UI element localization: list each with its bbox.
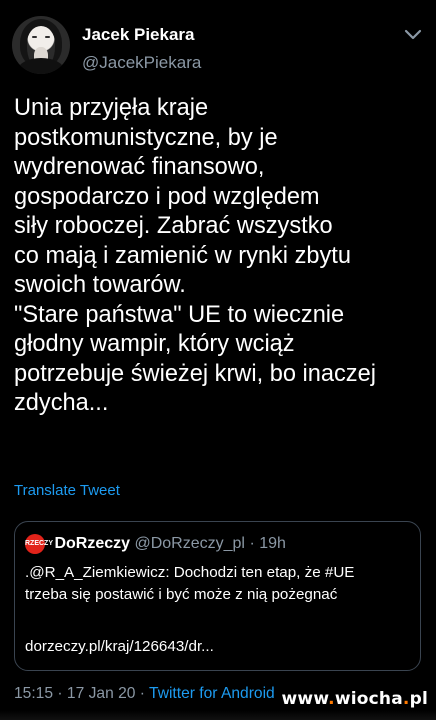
watermark-dot: . (328, 689, 335, 709)
avatar-eye-left (32, 36, 37, 38)
tweet-header: Jacek Piekara @JacekPiekara (12, 16, 424, 82)
meta-separator: · (139, 685, 145, 702)
watermark-dot: . (402, 689, 410, 709)
tweet-line: siły roboczej. Zabrać wszystko (14, 213, 333, 239)
site-watermark: www.wiocha.pl (282, 689, 428, 709)
tweet-line: Unia przyjęła kraje (14, 95, 209, 121)
quoted-tweet-link[interactable]: dorzeczy.pl/kraj/126643/dr... (25, 638, 214, 655)
avatar-eye-right (45, 36, 50, 38)
tweet-date: 17 Jan 20 (66, 685, 136, 702)
quoted-tweet-header: RZECZY DoRzeczy @DoRzeczy_pl · 19h (25, 534, 286, 554)
tweet-time: 15:15 (14, 685, 54, 702)
tweet-line: "Stare państwa" UE to wiecznie (14, 301, 345, 328)
author-name[interactable]: Jacek Piekara (82, 25, 195, 45)
tweet-line: zdycha... (14, 390, 109, 416)
tweet-line: wydrenować finansowo, (14, 154, 265, 180)
watermark-brand: wiocha (334, 689, 403, 709)
quoted-tweet-card[interactable]: RZECZY DoRzeczy @DoRzeczy_pl · 19h .@R_A… (14, 521, 421, 671)
quoted-tweet-text: .@R_A_Ziemkiewicz: Dochodzi ten etap, że… (25, 562, 415, 606)
tweet-line: gospodarczo i pod względem (14, 183, 320, 210)
dorzeczy-logo: RZECZY (25, 534, 53, 554)
tweet-text: Unia przyjęła kraje postkomunistyczne, b… (14, 94, 428, 419)
author-handle[interactable]: @JacekPiekara (82, 53, 201, 73)
tweet-metadata: 15:15 · 17 Jan 20 · Twitter for Android (14, 685, 275, 703)
watermark-tld: pl (409, 689, 428, 709)
watermark-prefix: www (281, 689, 329, 709)
translate-tweet-link[interactable]: Translate Tweet (14, 482, 120, 499)
quoted-line: trzeba się postawić i być może z nią poż… (25, 586, 338, 603)
chevron-down-icon[interactable] (402, 26, 424, 44)
quoted-line: .@R_A_Ziemkiewicz: Dochodzi ten etap, że… (25, 564, 355, 581)
quoted-timestamp: 19h (259, 535, 286, 552)
tweet-line: głodny wampir, który wciąż (14, 331, 295, 357)
quoted-separator: · (249, 535, 255, 552)
tweet-line: potrzebuje świeżej krwi, bo inaczej (14, 360, 376, 387)
avatar[interactable] (12, 16, 70, 74)
tweet-line: swoich towarów. (14, 272, 186, 298)
quoted-author-name: DoRzeczy (54, 535, 131, 552)
tweet-line: postkomunistyczne, by je (14, 124, 278, 151)
quoted-author-handle: @DoRzeczy_pl (134, 535, 245, 552)
tweet-source-link[interactable]: Twitter for Android (149, 685, 275, 702)
meta-separator: · (57, 685, 63, 702)
bottom-edge (0, 710, 436, 720)
tweet-line: co mają i zamienić w rynki zbytu (14, 242, 351, 269)
